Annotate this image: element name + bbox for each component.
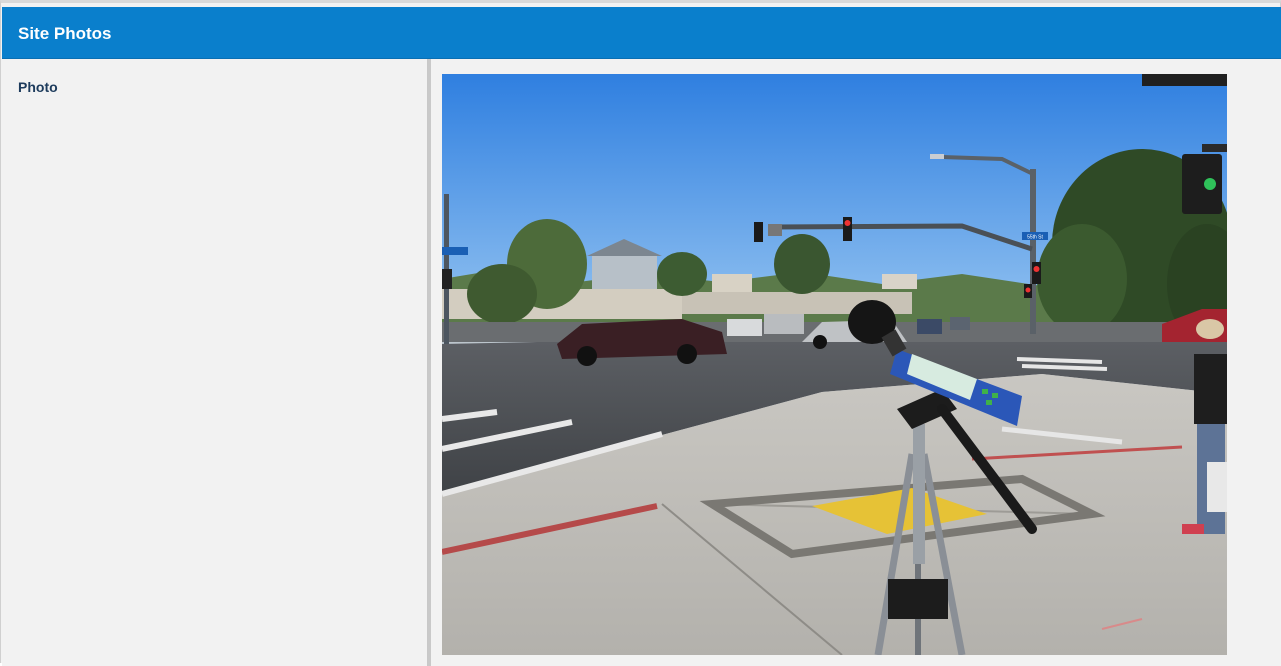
section-header: Site Photos [2, 7, 1281, 59]
field-label: Photo [18, 79, 58, 95]
site-photos-panel: Site Photos Photo 55th St [0, 0, 1281, 666]
site-photo-drawing: 55th St [442, 74, 1227, 655]
field-label-cell: Photo [2, 59, 428, 666]
site-photo[interactable]: 55th St [442, 74, 1227, 655]
field-value-cell: 55th St [431, 59, 1281, 666]
section-title: Site Photos [18, 24, 112, 43]
street-sign-text: 55th St [1027, 235, 1043, 241]
